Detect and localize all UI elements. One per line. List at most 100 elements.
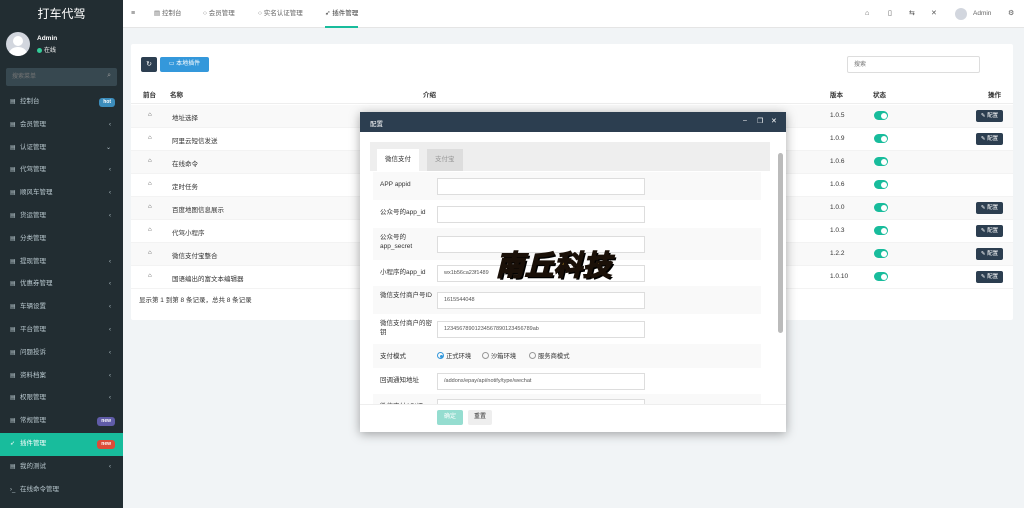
menu-item-icon: ›_ [10,486,16,493]
tab-dashboard[interactable]: ▤ 控制台 [154,0,181,28]
config-button[interactable]: ✎ 配置 [976,248,1003,260]
topbar: ≡ ▤ 控制台 ○ 会员管理 ○ 实名认证管理 ➶ 插件管理 ⌂ ▯ ⇆ ✕ A… [123,0,1024,28]
search-icon[interactable]: ⌕ [107,72,111,80]
col-action[interactable]: 操作 [988,89,1001,99]
refresh-button[interactable]: ↻ [141,57,157,72]
status-toggle[interactable] [874,111,888,120]
home-icon[interactable]: ⌂ [148,181,152,187]
home-icon[interactable]: ⌂ [148,158,152,164]
sidebar-item[interactable]: ▤ 认证管理 ⌄ [0,137,123,160]
col-intro[interactable]: 介绍 [423,89,436,99]
sidebar-item-label: 资料档案 [20,371,46,379]
reset-button[interactable]: 重置 [468,410,492,425]
sidebar-search-input[interactable] [6,68,91,86]
home-icon[interactable]: ⌂ [148,135,152,141]
sidebar-item[interactable]: ▤ 资料档案 ‹ [0,365,123,388]
sidebar-item[interactable]: ▤ 顺风车管理 ‹ [0,182,123,205]
form-input[interactable]: 1615544048 [437,291,645,309]
col-status[interactable]: 状态 [873,89,886,99]
status-toggle[interactable] [874,203,888,212]
sidebar-item[interactable]: ➶ 插件管理 new [0,432,123,456]
home-icon[interactable]: ⌂ [148,112,152,118]
form-input[interactable] [437,205,645,223]
sidebar: 打车代驾 Admin 在线 ⌕ ▤ 控制台 hot ▤ 会员管理 ‹ ▤ 认证管理 ⌄ ▤ 代驾管理… [0,0,123,508]
local-plugin-button[interactable]: ▭ 本地插件 [160,57,209,72]
radio-icon [482,352,489,359]
status-toggle[interactable] [874,272,888,281]
tab-alipay[interactable]: 支付宝 [427,149,463,171]
tab-realname[interactable]: ○ 实名认证管理 [258,0,303,28]
top-avatar[interactable] [955,8,967,20]
sidebar-item[interactable]: ›_ 在线命令管理 [0,479,123,502]
sidebar-item[interactable]: ▤ 优惠券管理 ‹ [0,273,123,296]
radio-option[interactable]: 服务商模式 [529,351,569,360]
home-icon[interactable]: ⌂ [148,227,152,233]
tab-wechat-pay[interactable]: 微信支付 [377,149,419,171]
plugin-version: 1.0.5 [830,112,845,119]
menu-item-icon: ▤ [10,235,16,242]
table-search-input[interactable] [848,57,979,72]
config-button[interactable]: ✎ 配置 [976,202,1003,214]
sidebar-item[interactable]: ▤ 代驾管理 ‹ [0,159,123,182]
menu-toggle-icon[interactable]: ≡ [131,0,135,28]
plugin-version: 1.0.9 [830,135,845,142]
minimize-icon[interactable]: – [743,117,747,124]
sidebar-item[interactable]: ▤ 问题投诉 ‹ [0,342,123,365]
radio-option[interactable]: 沙箱环境 [482,351,516,360]
status-toggle[interactable] [874,157,888,166]
sidebar-item[interactable]: ▤ 分类管理 [0,228,123,251]
sidebar-item[interactable]: ▤ 控制台 hot [0,91,123,114]
settings-icon[interactable]: ⚙ [1008,0,1014,28]
chevron-icon: ‹ [109,121,111,128]
home-icon[interactable]: ⌂ [865,0,869,28]
sidebar-item[interactable]: ▤ 常规管理 new [0,410,123,433]
col-front[interactable]: 前台 [143,89,156,99]
sidebar-item-label: 我的测试 [20,462,46,470]
form-input[interactable] [437,177,645,195]
config-button[interactable]: ✎ 配置 [976,110,1003,122]
config-button[interactable]: ✎ 配置 [976,271,1003,283]
menu-item-icon: ▤ [10,258,16,265]
status-toggle[interactable] [874,226,888,235]
plugin-version: 1.0.0 [830,204,845,211]
config-button[interactable]: ✎ 配置 [976,133,1003,145]
sidebar-item-label: 常规管理 [20,417,46,425]
form-input[interactable]: 12345678901234567890123456789ab [437,320,645,338]
close-icon[interactable]: ✕ [771,117,777,125]
form-row: 微信支付API证/addons/epay/certs/apiclient_cer… [373,394,761,404]
home-icon[interactable]: ⌂ [148,204,152,210]
status-toggle[interactable] [874,249,888,258]
home-icon[interactable]: ⌂ [148,250,152,256]
sidebar-item[interactable]: ▤ 车辆设置 ‹ [0,296,123,319]
radio-label: 正式环境 [446,353,472,360]
tab-plugins[interactable]: ➶ 插件管理 [325,0,359,28]
col-version[interactable]: 版本 [830,89,843,99]
sidebar-item[interactable]: ▤ 权限管理 ‹ [0,387,123,410]
home-icon[interactable]: ⌂ [148,273,152,279]
maximize-icon[interactable]: ❐ [757,117,763,125]
confirm-button[interactable]: 确定 [437,410,463,425]
avatar [6,32,30,56]
form-row: 公众号的app_id [373,200,761,228]
sidebar-item[interactable]: ▤ 会员管理 ‹ [0,114,123,137]
trash-icon[interactable]: ▯ [888,0,892,28]
modal-scrollbar[interactable] [778,153,783,333]
sidebar-item[interactable]: ▤ 提现管理 ‹ [0,251,123,274]
tab-members[interactable]: ○ 会员管理 [203,0,235,28]
radio-option[interactable]: 正式环境 [437,351,471,360]
config-label: 配置 [987,136,999,142]
chevron-icon: ⌄ [105,144,111,151]
app-logo[interactable]: 打车代驾 [0,0,123,28]
menu-item-icon: ▤ [10,190,16,197]
fullscreen-icon[interactable]: ✕ [931,0,937,28]
status-toggle[interactable] [874,180,888,189]
sidebar-item[interactable]: ▤ 平台管理 ‹ [0,319,123,342]
col-name[interactable]: 名称 [170,89,183,99]
status-toggle[interactable] [874,134,888,143]
translate-icon[interactable]: ⇆ [909,0,915,28]
form-input[interactable]: /addons/epay/api/notify/type/wechat [437,372,645,390]
config-button[interactable]: ✎ 配置 [976,225,1003,237]
top-user-name[interactable]: Admin [973,0,991,28]
sidebar-item[interactable]: ▤ 我的测试 ‹ [0,456,123,479]
sidebar-item[interactable]: ▤ 货运管理 ‹ [0,205,123,228]
